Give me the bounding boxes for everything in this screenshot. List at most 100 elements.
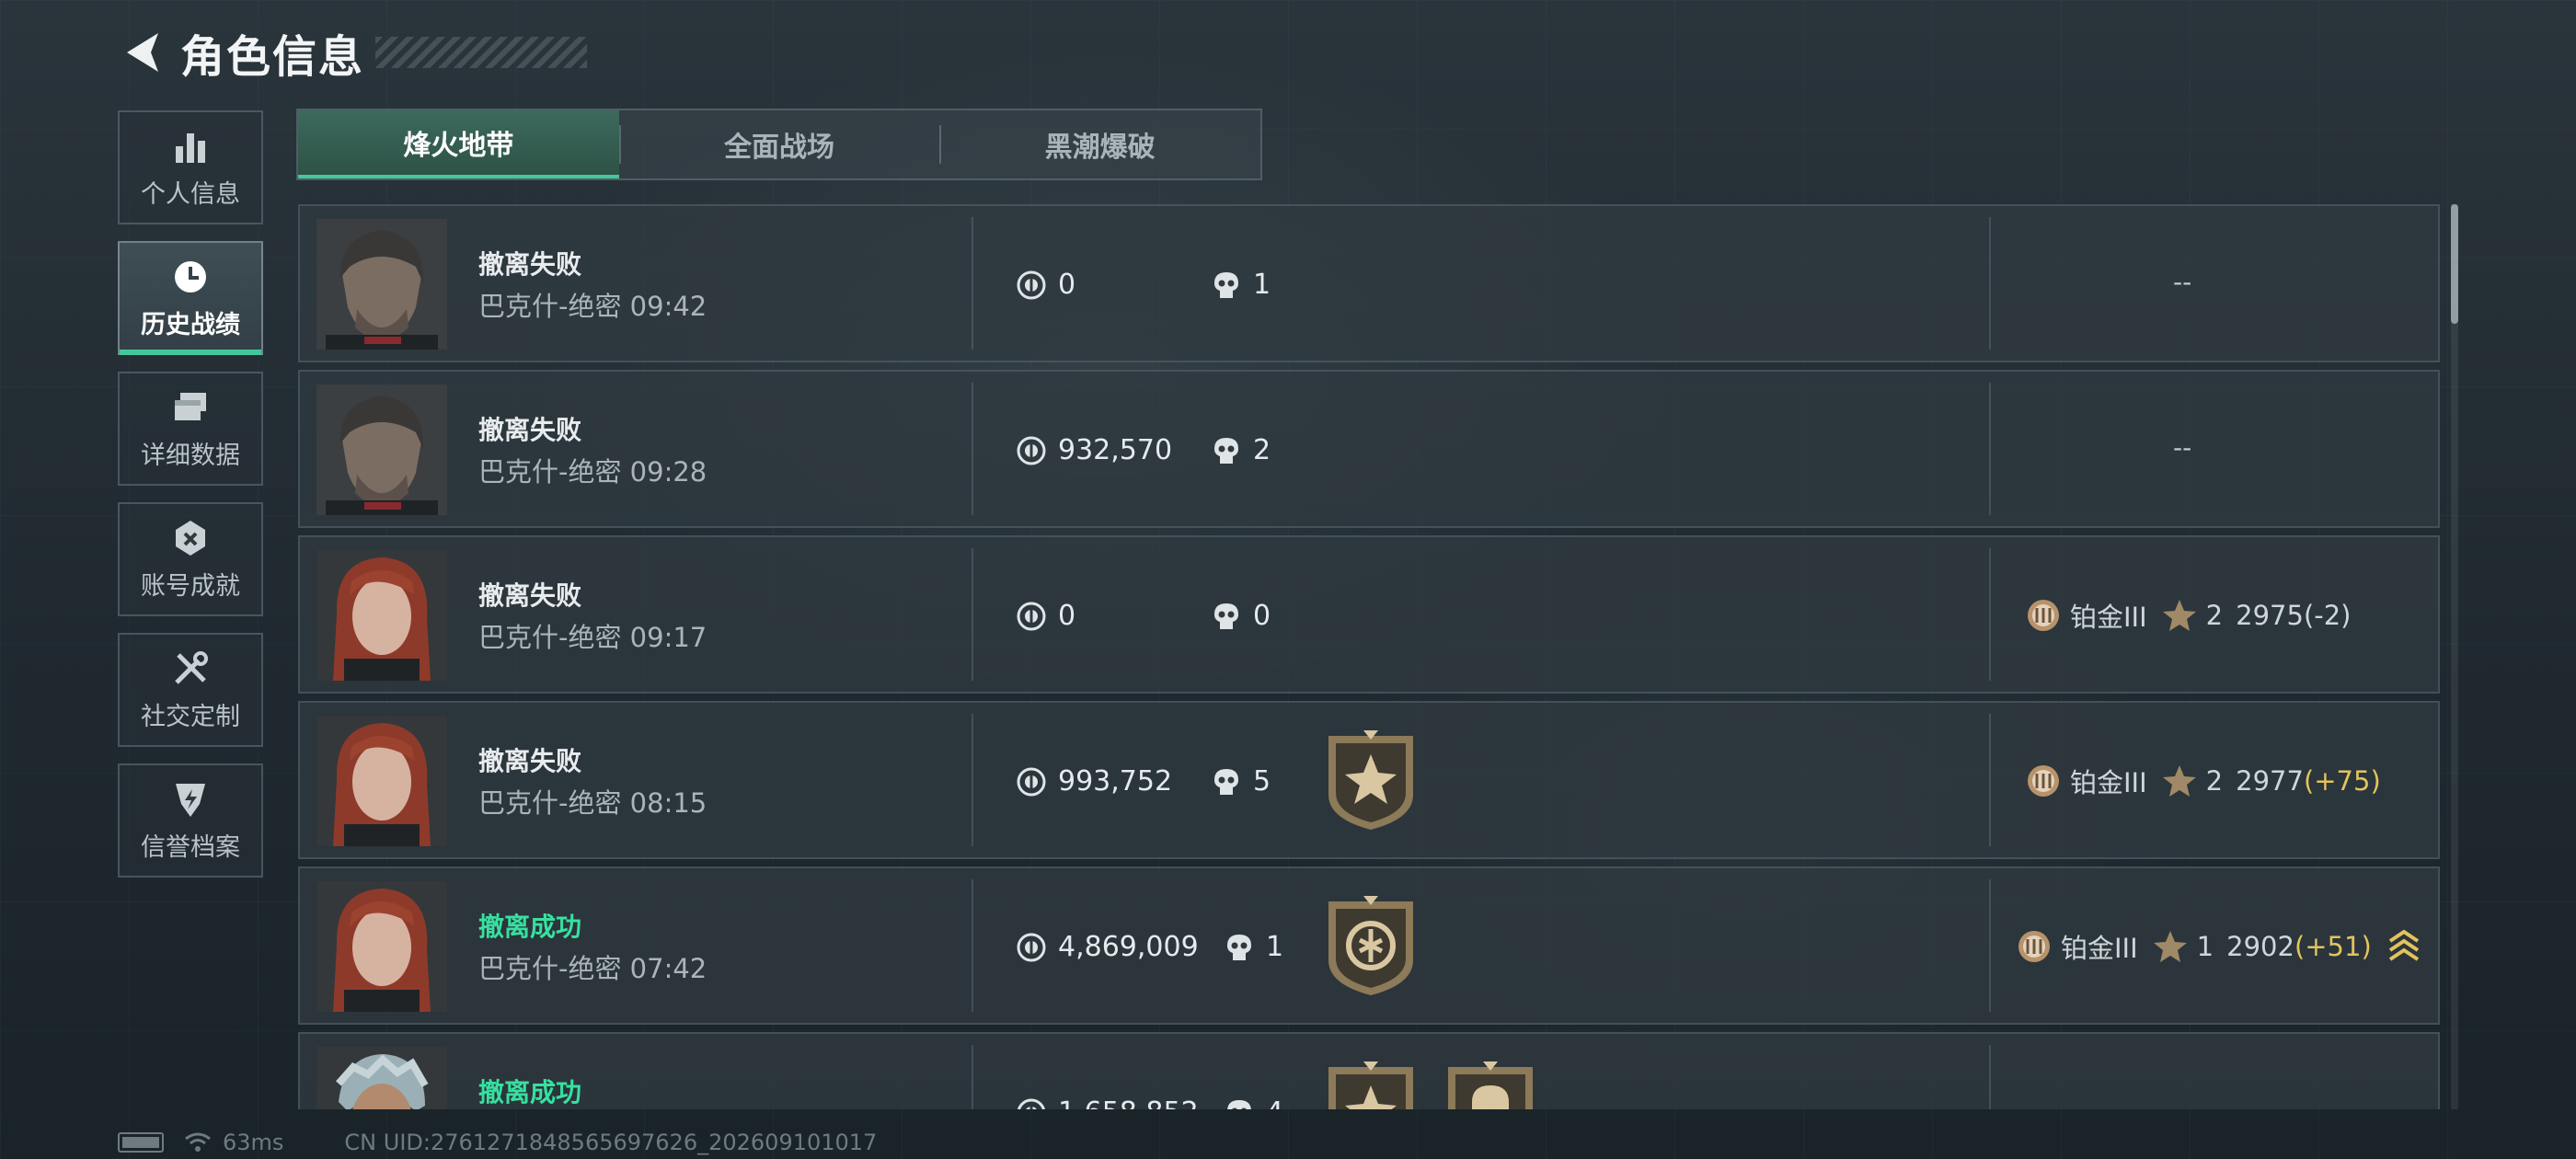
- match-record-row[interactable]: 撤离失败 巴克什-绝密 09:17 0 0 铂金III 2 2975 (-2): [298, 535, 2440, 694]
- map-time: 巴克什-绝密 08:15: [478, 787, 707, 819]
- outcome-label: 撤离失败: [478, 249, 582, 280]
- platinum-rank-icon: [2015, 927, 2053, 966]
- match-record-row[interactable]: 撤离失败 巴克什-绝密 09:28 932,570 2 --: [298, 370, 2440, 528]
- rank-info: 铂金III 2 2977 (+75): [2024, 762, 2381, 800]
- helmet-medal-icon: [1443, 1061, 1538, 1109]
- page-header: 角色信息: [118, 20, 588, 85]
- score-delta: (+75): [2303, 765, 2381, 797]
- tab-fenghuo[interactable]: 烽火地带: [298, 110, 619, 178]
- tools-icon: [170, 648, 211, 689]
- map-time: 巴克什-绝密 09:28: [478, 456, 707, 488]
- bar-chart-icon: [170, 126, 211, 166]
- money-stat: 0: [1016, 600, 1075, 632]
- kills-value: 2: [1253, 434, 1271, 466]
- platinum-rank-icon: [2024, 596, 2063, 635]
- rank-placeholder: --: [2173, 267, 2192, 297]
- kills-stat: 2: [1211, 434, 1271, 466]
- skull-icon: [1211, 270, 1242, 301]
- list-scrollbar[interactable]: [2451, 204, 2458, 1109]
- credit-shield-icon: [170, 779, 211, 820]
- rank-up-chevron-icon: [2385, 927, 2423, 966]
- divider: [1989, 714, 1991, 846]
- kills-stat: 1: [1211, 269, 1271, 301]
- coin-icon: [1016, 270, 1047, 301]
- map-time: 巴克什-绝密 09:17: [478, 622, 707, 653]
- outcome-label: 撤离失败: [478, 746, 582, 776]
- money-value: 0: [1058, 269, 1076, 301]
- score-delta: (+51): [2294, 931, 2372, 962]
- star-icon: [2160, 596, 2199, 635]
- back-button[interactable]: [118, 28, 167, 77]
- operator-avatar: [316, 1047, 447, 1109]
- star-icon: [2160, 762, 2199, 800]
- sidebar-item-label: 历史战绩: [141, 310, 240, 339]
- money-stat: 4,869,009: [1016, 931, 1199, 963]
- match-record-row[interactable]: 撤离失败 巴克什-绝密 09:42 0 1 --: [298, 204, 2440, 362]
- sidebar-item-credit-record[interactable]: 信誉档案: [118, 763, 263, 878]
- divider: [1989, 217, 1991, 350]
- divider: [972, 714, 973, 846]
- kills-stat: 0: [1211, 600, 1271, 632]
- folder-stack-icon: [170, 387, 211, 428]
- skull-icon: [1211, 435, 1242, 466]
- page-title: 角色信息: [180, 31, 365, 83]
- sidebar-item-detailed-data[interactable]: 详细数据: [118, 372, 263, 486]
- divider: [972, 879, 973, 1012]
- skull-icon: [1211, 601, 1242, 632]
- match-history-list[interactable]: 撤离失败 巴克什-绝密 09:42 0 1 -- 撤离失败 巴克什-绝密 09:…: [298, 204, 2440, 1109]
- kills-value: 5: [1253, 765, 1271, 798]
- star-count: 2: [2205, 765, 2224, 797]
- operator-avatar: [316, 881, 447, 1012]
- rank-placeholder: --: [2173, 432, 2192, 463]
- rank-info: 铂金III 1 2902 (+51): [2015, 927, 2431, 966]
- match-record-row[interactable]: 撤离失败 巴克什-绝密 08:15 993,752 5 铂金III 2 2977…: [298, 701, 2440, 859]
- medal-badge-icon: [1323, 730, 1419, 832]
- divider: [1989, 879, 1991, 1012]
- kills-value: 1: [1266, 931, 1284, 963]
- star-icon: [2151, 927, 2190, 966]
- tab-quanmian[interactable]: 全面战场: [618, 110, 940, 178]
- operator-avatar: [316, 384, 447, 515]
- tab-heichao[interactable]: 黑潮爆破: [939, 110, 1260, 178]
- divider: [1989, 1045, 1991, 1109]
- map-time: 巴克什-绝密 09:42: [478, 291, 707, 322]
- coin-icon: [1016, 932, 1047, 963]
- star-count: 2: [2205, 600, 2224, 631]
- rank-info: 铂金III 2 2975 (-2): [2024, 596, 2351, 635]
- kills-value: 4: [1266, 1096, 1283, 1109]
- match-record-row[interactable]: 撤离成功 1,658,852 4: [298, 1032, 2440, 1109]
- coin-icon: [1016, 766, 1047, 798]
- sidebar-item-match-history[interactable]: 历史战绩: [118, 241, 263, 355]
- sidebar-item-label: 个人信息: [141, 179, 240, 209]
- sidebar-item-personal-info[interactable]: 个人信息: [118, 110, 263, 224]
- sidebar-item-label: 账号成就: [141, 571, 240, 601]
- rank-name: 铂金III: [2070, 767, 2147, 798]
- sidebar-item-label: 详细数据: [141, 441, 240, 470]
- match-record-row[interactable]: 撤离成功 巴克什-绝密 07:42 4,869,009 1 铂金III 1 29…: [298, 866, 2440, 1025]
- mode-tabs: 烽火地带 全面战场 黑潮爆破: [296, 109, 1262, 180]
- coin-icon: [1016, 601, 1047, 632]
- platinum-rank-icon: [2024, 762, 2063, 800]
- money-value: 993,752: [1058, 765, 1173, 798]
- sidebar-item-social-custom[interactable]: 社交定制: [118, 633, 263, 747]
- divider: [972, 1045, 973, 1109]
- sidebar: 个人信息 历史战绩 详细数据 账号成就 社交定制 信誉档案: [118, 110, 265, 894]
- sidebar-item-achievements[interactable]: 账号成就: [118, 502, 263, 616]
- kills-stat: 5: [1211, 765, 1271, 798]
- skull-icon: [1211, 766, 1242, 798]
- operator-avatar: [316, 219, 447, 350]
- skull-icon: [1224, 1097, 1255, 1109]
- status-bar: 63ms CN UID:2761271848565697626_20260910…: [118, 1130, 877, 1155]
- rank-score: 2977: [2236, 765, 2304, 797]
- rank-name: 铂金III: [2061, 933, 2138, 964]
- ping-value: 63ms: [223, 1130, 284, 1155]
- wifi-icon: [184, 1131, 212, 1153]
- user-uid: CN UID:2761271848565697626_202609101017: [344, 1130, 878, 1155]
- money-value: 932,570: [1058, 434, 1173, 466]
- outcome-label: 撤离失败: [478, 580, 582, 611]
- divider: [1989, 548, 1991, 681]
- coin-icon: [1016, 1097, 1047, 1109]
- scrollbar-thumb[interactable]: [2451, 204, 2458, 324]
- rank-name: 铂金III: [2070, 602, 2147, 633]
- outcome-label: 撤离成功: [478, 1077, 582, 1107]
